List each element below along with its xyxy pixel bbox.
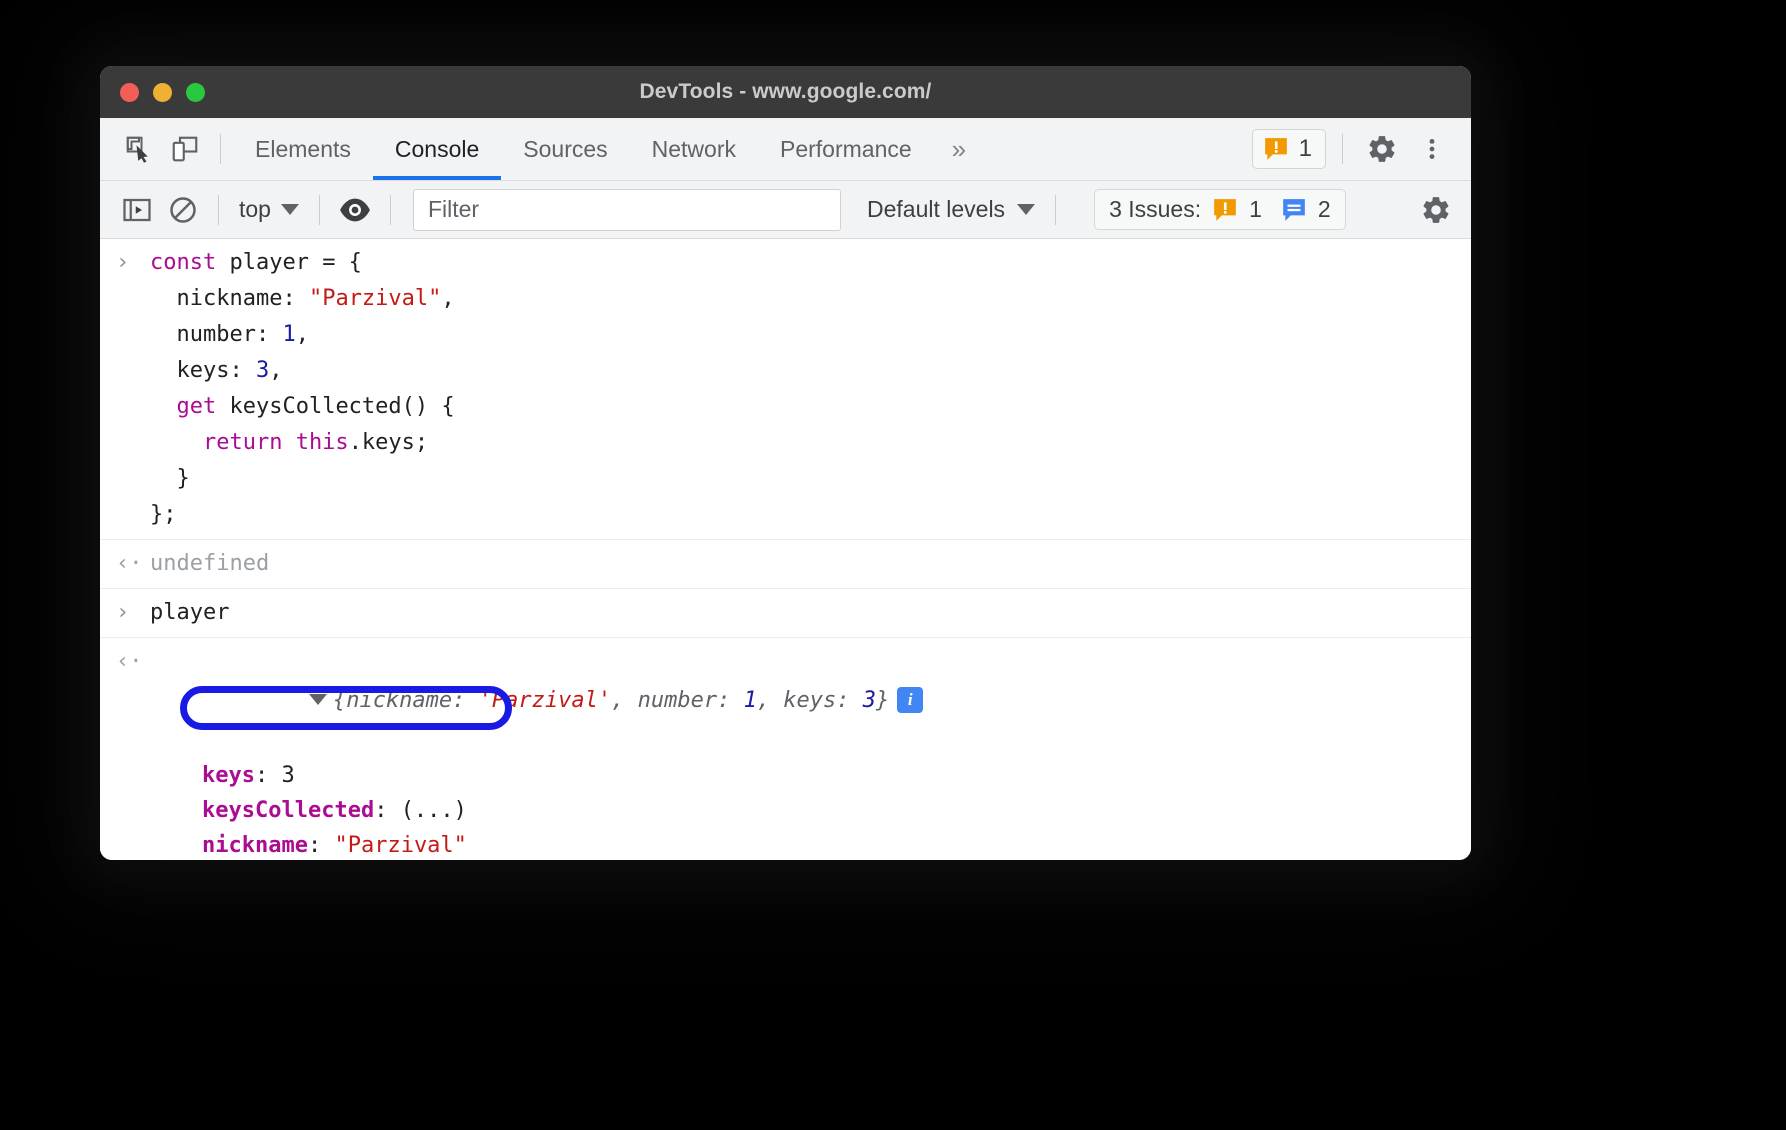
console-input-code-player: player (150, 595, 229, 631)
token-text: keysCollected() { (216, 394, 454, 419)
tab-elements[interactable]: Elements (233, 118, 373, 180)
screenshot-stage: DevTools - www.google.com/ Elements (0, 0, 1786, 1130)
property-value: "Parzival" (334, 833, 466, 858)
console-input-entry[interactable]: › const player = { nickname: "Parzival",… (100, 239, 1471, 539)
property-separator: : (255, 763, 282, 788)
console-toolbar: top Filter Default levels 3 Issues: (100, 181, 1471, 239)
log-levels-value: Default levels (867, 196, 1005, 223)
token-text: keys: (150, 358, 256, 383)
token-text: , (269, 358, 282, 383)
log-levels-selector[interactable]: Default levels (867, 196, 1035, 223)
more-tabs-chevron-icon[interactable]: » (934, 118, 984, 180)
tabbar-actions-divider (1342, 134, 1343, 164)
property-separator: : (308, 833, 335, 858)
preview-token: 'Parzival' (479, 688, 611, 713)
warning-speech-bubble-icon (1212, 197, 1238, 223)
inspect-element-icon[interactable] (116, 126, 162, 172)
property-separator: : (374, 798, 401, 823)
property-value: 3 (281, 763, 294, 788)
tab-sources[interactable]: Sources (501, 118, 629, 180)
tabbar-actions: 1 (1252, 126, 1471, 172)
console-toolbar-divider-2 (319, 195, 320, 225)
issues-warning-count: 1 (1249, 196, 1262, 223)
console-sidebar-icon[interactable] (114, 187, 160, 233)
output-return-arrow-icon: ‹· (116, 546, 150, 582)
three-dots-vertical-icon[interactable] (1409, 126, 1455, 172)
console-output-undefined[interactable]: ‹· undefined (100, 539, 1471, 588)
preview-token: , keys: (757, 688, 863, 713)
preview-token: 3 (863, 688, 876, 713)
output-return-arrow-icon: ‹· (116, 644, 150, 680)
devtools-tabbar: Elements Console Sources Network Perform… (100, 118, 1471, 181)
token-string: "Parzival" (309, 286, 441, 311)
console-settings-gear-icon[interactable] (1413, 187, 1459, 233)
console-toolbar-divider-1 (218, 195, 219, 225)
console-object-result[interactable]: ‹· {nickname: 'Parzival', number: 1, key… (100, 637, 1471, 860)
window-titlebar: DevTools - www.google.com/ (100, 66, 1471, 118)
execution-context-selector[interactable]: top (231, 196, 307, 223)
execution-context-value: top (239, 196, 271, 223)
token-text: , (441, 286, 454, 311)
issues-summary-badge[interactable]: 3 Issues: 1 2 (1094, 189, 1346, 230)
property-value-placeholder[interactable]: (...) (401, 798, 467, 823)
clear-console-icon[interactable] (160, 187, 206, 233)
token-keyword: get (150, 394, 216, 419)
devtools-window: DevTools - www.google.com/ Elements (100, 66, 1471, 860)
object-properties-list: keys: 3 keysCollected: (...) nickname: "… (150, 758, 1471, 860)
tab-network[interactable]: Network (630, 118, 758, 180)
token-number: 3 (256, 358, 269, 383)
token-text: } (150, 466, 190, 491)
tabbar-divider (220, 134, 221, 164)
device-toolbar-icon[interactable] (162, 126, 208, 172)
window-title: DevTools - www.google.com/ (100, 80, 1471, 104)
token-keyword: return this (150, 430, 349, 455)
console-toolbar-divider-4 (1055, 195, 1056, 225)
token-text: , (296, 322, 309, 347)
filter-input[interactable]: Filter (413, 189, 841, 231)
object-property-row[interactable]: nickname: "Parzival" (202, 828, 1471, 860)
warning-count-label: 1 (1299, 135, 1312, 163)
property-name: keysCollected (202, 798, 374, 823)
console-undefined-value: undefined (150, 546, 269, 582)
tab-performance[interactable]: Performance (758, 118, 934, 180)
chevron-down-icon (281, 204, 299, 215)
console-input-code: const player = { nickname: "Parzival", n… (150, 245, 455, 533)
issues-label: 3 Issues: (1109, 196, 1201, 223)
preview-token: , number: (611, 688, 743, 713)
property-name: keys (202, 763, 255, 788)
chevron-down-icon (1017, 204, 1035, 215)
token-text: nickname: (150, 286, 309, 311)
token-number: 1 (282, 322, 295, 347)
console-toolbar-right (1413, 187, 1459, 233)
issues-info-count: 2 (1318, 196, 1331, 223)
console-input-entry-player[interactable]: › player (100, 588, 1471, 637)
panel-tabs: Elements Console Sources Network Perform… (233, 118, 984, 180)
preview-token: } (876, 688, 889, 713)
object-property-row-keyscollected[interactable]: keysCollected: (...) (202, 793, 1471, 828)
info-speech-bubble-icon (1281, 197, 1307, 223)
input-prompt-arrow-icon: › (116, 245, 150, 281)
console-toolbar-divider-3 (390, 195, 391, 225)
property-name: nickname (202, 833, 308, 858)
expand-triangle-down-icon[interactable] (309, 694, 327, 705)
gear-icon[interactable] (1359, 126, 1405, 172)
token-text: }; (150, 502, 177, 527)
token-text: .keys; (349, 430, 428, 455)
console-message-list[interactable]: › const player = { nickname: "Parzival",… (100, 239, 1471, 860)
tab-console[interactable]: Console (373, 118, 501, 180)
warning-count-badge[interactable]: 1 (1252, 129, 1326, 169)
preview-token: 1 (744, 688, 757, 713)
input-prompt-arrow-icon: › (116, 595, 150, 631)
warning-speech-bubble-icon (1263, 136, 1289, 162)
object-preview-line[interactable]: {nickname: 'Parzival', number: 1, keys: … (150, 644, 1471, 758)
token-text: player = { (216, 250, 362, 275)
info-badge-icon[interactable]: i (897, 687, 923, 713)
token-text: number: (150, 322, 282, 347)
object-property-row[interactable]: keys: 3 (202, 758, 1471, 793)
live-expression-eye-icon[interactable] (332, 187, 378, 233)
token-keyword: const (150, 250, 216, 275)
preview-token: {nickname: (333, 688, 479, 713)
